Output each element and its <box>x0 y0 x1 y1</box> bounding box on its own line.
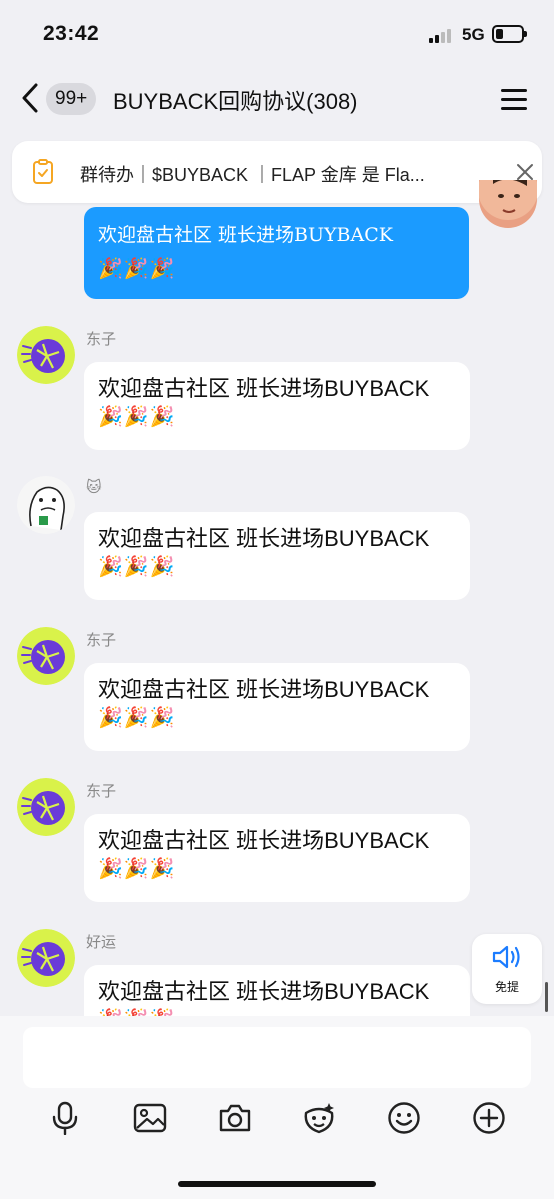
sender-name: 好运 <box>86 934 117 951</box>
avatar[interactable] <box>17 476 75 534</box>
message-text: 欢迎盘古社区 班长进场BUYBACK <box>98 376 430 401</box>
avatar[interactable] <box>17 627 75 685</box>
message-text: 欢迎盘古社区 班长进场BUYBACK <box>98 224 393 246</box>
message-text: 欢迎盘古社区 班长进场BUYBACK <box>98 979 430 1004</box>
network-type: 5G <box>462 25 485 44</box>
message-text: 欢迎盘古社区 班长进场BUYBACK <box>98 677 430 702</box>
own-message-bubble[interactable]: 欢迎盘古社区 班长进场BUYBACK 🎉🎉🎉 <box>84 207 469 299</box>
todo-text: 群待办｜$BUYBACK ｜FLAP 金库 是 Fla... <box>80 165 425 185</box>
chevron-left-icon[interactable] <box>16 80 46 116</box>
message-text: 欢迎盘古社区 班长进场BUYBACK <box>98 828 430 853</box>
todo-clipboard-icon <box>33 159 53 184</box>
plus-icon[interactable] <box>472 1101 506 1135</box>
camera-icon[interactable] <box>218 1101 252 1135</box>
emoji-icon[interactable] <box>387 1101 421 1135</box>
chat-header: 99+ BUYBACK回购协议(308) <box>0 70 554 128</box>
sender-name: 东子 <box>86 331 117 348</box>
status-bar: 23:42 5G <box>0 0 554 70</box>
message-bubble[interactable]: 欢迎盘古社区 班长进场BUYBACK 🎉🎉🎉 <box>84 814 470 902</box>
microphone-icon[interactable] <box>48 1101 82 1135</box>
avatar[interactable] <box>17 778 75 836</box>
message-bubble[interactable]: 欢迎盘古社区 班长进场BUYBACK 🎉🎉🎉 <box>84 965 470 1016</box>
speaker-icon <box>492 945 520 969</box>
image-icon[interactable] <box>133 1101 167 1135</box>
home-indicator[interactable] <box>178 1181 376 1187</box>
composer <box>0 1016 554 1199</box>
sticker-icon[interactable] <box>302 1101 336 1135</box>
message-text: 欢迎盘古社区 班长进场BUYBACK <box>98 526 430 551</box>
chat-title: BUYBACK回购协议(308) <box>113 89 358 114</box>
message-emoji: 🎉🎉🎉 <box>98 707 176 729</box>
message-emoji: 🎉🎉🎉 <box>98 256 176 280</box>
signal-icon <box>429 27 455 43</box>
sender-name: 东子 <box>86 632 117 649</box>
scrollbar[interactable] <box>545 982 548 1012</box>
message-bubble[interactable]: 欢迎盘古社区 班长进场BUYBACK 🎉🎉🎉 <box>84 663 470 751</box>
group-todo-banner[interactable]: 群待办｜$BUYBACK ｜FLAP 金库 是 Fla... <box>12 141 542 203</box>
message-bubble[interactable]: 欢迎盘古社区 班长进场BUYBACK 🎉🎉🎉 <box>84 362 470 450</box>
status-time: 23:42 <box>43 22 100 45</box>
message-input[interactable] <box>23 1027 531 1088</box>
unread-badge[interactable]: 99+ <box>46 83 97 115</box>
message-emoji: 🎉🎉🎉 <box>98 1006 456 1016</box>
message-emoji: 🎉🎉🎉 <box>98 858 176 880</box>
speaker-toggle-button[interactable]: 免提 <box>472 934 542 1004</box>
speaker-label: 免提 <box>494 980 519 994</box>
battery-icon <box>492 25 527 43</box>
sender-name: 东子 <box>86 783 117 800</box>
menu-icon[interactable] <box>499 86 529 112</box>
own-avatar[interactable] <box>479 180 537 228</box>
message-emoji: 🎉🎉🎉 <box>98 406 176 428</box>
message-emoji: 🎉🎉🎉 <box>98 556 176 578</box>
sender-name: 🐱 <box>86 479 102 496</box>
message-bubble[interactable]: 欢迎盘古社区 班长进场BUYBACK 🎉🎉🎉 <box>84 512 470 600</box>
message-item: 好运 欢迎盘古社区 班长进场BUYBACK 🎉🎉🎉 <box>0 929 554 1016</box>
avatar[interactable] <box>17 326 75 384</box>
avatar[interactable] <box>17 929 75 987</box>
